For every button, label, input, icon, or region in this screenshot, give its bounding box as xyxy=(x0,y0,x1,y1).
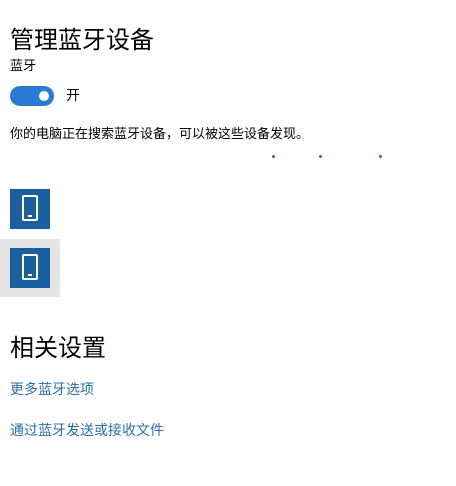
toggle-state-label: 开 xyxy=(66,88,80,104)
more-bluetooth-options-link[interactable]: 更多蓝牙选项 xyxy=(10,381,94,399)
page-title: 管理蓝牙设备 xyxy=(10,26,154,55)
bluetooth-toggle[interactable] xyxy=(10,86,54,106)
phone-icon xyxy=(22,254,38,280)
toggle-knob xyxy=(39,91,49,101)
progress-dot xyxy=(319,155,322,158)
phone-icon xyxy=(22,195,38,221)
device-tile[interactable] xyxy=(10,189,50,229)
send-receive-files-link[interactable]: 通过蓝牙发送或接收文件 xyxy=(10,422,164,440)
device-tile-selected[interactable] xyxy=(10,248,50,288)
bluetooth-label: 蓝牙 xyxy=(10,59,37,74)
related-settings-title: 相关设置 xyxy=(10,334,106,362)
progress-dot xyxy=(379,155,382,158)
search-status-text: 你的电脑正在搜索蓝牙设备，可以被这些设备发现。 xyxy=(10,127,310,142)
progress-dot xyxy=(272,155,275,158)
